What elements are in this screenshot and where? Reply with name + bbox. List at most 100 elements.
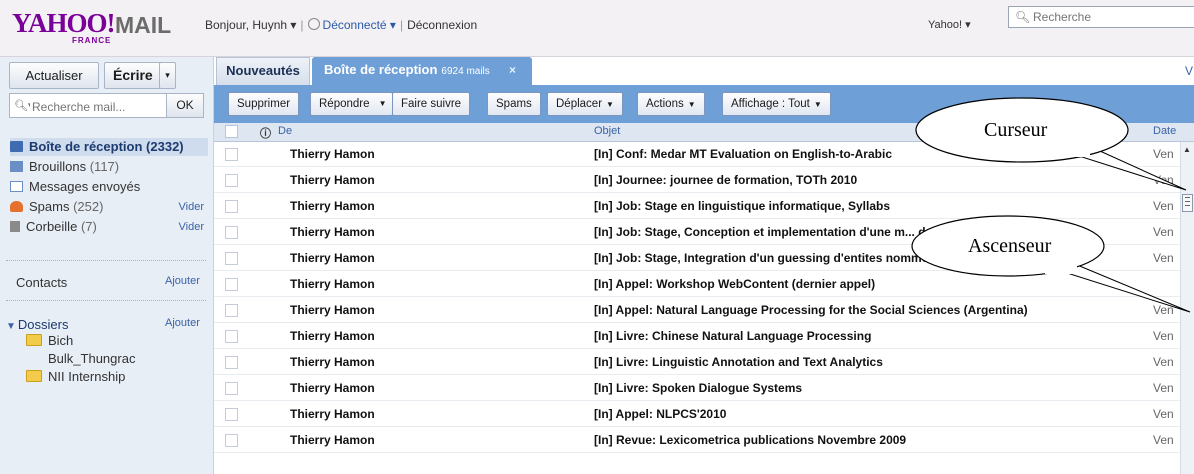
spam-button[interactable]: Spams bbox=[487, 92, 541, 116]
message-subject: [In] Livre: Chinese Natural Language Pro… bbox=[594, 329, 872, 343]
message-subject: [In] Conf: Medar MT Evaluation on Englis… bbox=[594, 147, 892, 161]
folder-count: (7) bbox=[80, 219, 97, 234]
add-folder-link[interactable]: Ajouter bbox=[165, 317, 200, 329]
message-date: Ven bbox=[1153, 147, 1174, 161]
forward-button[interactable]: Faire suivre bbox=[392, 92, 471, 116]
tab-news[interactable]: Nouveautés bbox=[216, 57, 310, 85]
actions-button[interactable]: Actions ▼ bbox=[637, 92, 705, 116]
delete-button[interactable]: Supprimer bbox=[228, 92, 300, 116]
table-row[interactable]: Thierry Hamon [In] Appel: Natural Languag… bbox=[214, 298, 1194, 323]
row-checkbox[interactable] bbox=[225, 304, 238, 317]
folder-label: Brouillons bbox=[29, 159, 87, 174]
sidebar: Actualiser Écrire ▾ 🔍︎▾ OK Boîte de réce… bbox=[0, 57, 214, 474]
table-row[interactable]: Thierry Hamon [In] Conf: Medar MT Evaluat… bbox=[214, 142, 1194, 167]
table-row[interactable]: Thierry Hamon [In] Livre: Chinese Natural… bbox=[214, 324, 1194, 349]
row-checkbox[interactable] bbox=[225, 252, 238, 265]
message-date: Ven bbox=[1153, 225, 1174, 239]
tab-strip: Nouveautés Boîte de réception 6924 mails … bbox=[214, 57, 1194, 85]
table-row[interactable]: Thierry Hamon [In] Livre: Spoken Dialogue… bbox=[214, 376, 1194, 401]
view-filter-button[interactable]: Affichage : Tout ▼ bbox=[722, 92, 831, 116]
reply-button[interactable]: Répondre ▼ bbox=[310, 92, 393, 116]
subfolder-item[interactable]: Bulk_Thungrac bbox=[40, 351, 135, 366]
mail-search-ok-button[interactable]: OK bbox=[166, 94, 203, 117]
folder-label: Corbeille bbox=[26, 219, 78, 234]
actions-label: Actions bbox=[646, 98, 684, 110]
yahoo-mail-logo[interactable]: YAHOO! MAIL FRANCE bbox=[12, 8, 197, 48]
sent-icon bbox=[10, 181, 23, 192]
row-checkbox[interactable] bbox=[225, 148, 238, 161]
inbox-icon bbox=[10, 141, 23, 152]
right-edge-link[interactable]: V bbox=[1185, 64, 1193, 78]
move-button[interactable]: Déplacer ▼ bbox=[547, 92, 623, 116]
scrollbar-thumb[interactable] bbox=[1182, 194, 1193, 212]
column-subject[interactable]: Objet bbox=[594, 125, 620, 137]
folder-trash[interactable]: Corbeille (7) Vider bbox=[10, 218, 208, 236]
subfolder-item[interactable]: Bich bbox=[26, 333, 73, 348]
folder-count: (117) bbox=[89, 159, 120, 174]
message-date: Ven bbox=[1153, 355, 1174, 369]
scrollbar[interactable]: ▲ bbox=[1180, 142, 1194, 474]
subfolder-item[interactable]: NII Internship bbox=[26, 369, 125, 384]
contacts-link[interactable]: Contacts bbox=[16, 275, 67, 290]
message-date: Ven bbox=[1153, 251, 1174, 265]
folders-section-label: Dossiers bbox=[17, 317, 69, 332]
message-date: Ven bbox=[1153, 329, 1174, 343]
web-search-input[interactable] bbox=[1031, 8, 1194, 26]
close-icon[interactable]: × bbox=[509, 57, 516, 83]
refresh-button[interactable]: Actualiser bbox=[9, 62, 99, 89]
row-checkbox[interactable] bbox=[225, 434, 238, 447]
folder-inbox[interactable]: Boîte de réception (2332) bbox=[10, 138, 208, 156]
folder-spam[interactable]: Spams (252) Vider bbox=[10, 198, 208, 216]
row-checkbox[interactable] bbox=[225, 408, 238, 421]
message-sender: Thierry Hamon bbox=[290, 407, 375, 421]
message-toolbar: Supprimer Répondre ▼ Faire suivre Spams … bbox=[214, 85, 1194, 123]
status-menu[interactable]: Déconnecté ▾ bbox=[323, 18, 396, 32]
add-contact-link[interactable]: Ajouter bbox=[165, 275, 200, 287]
message-sender: Thierry Hamon bbox=[290, 329, 375, 343]
message-date: Ven bbox=[1153, 199, 1174, 213]
column-date[interactable]: Date bbox=[1153, 125, 1176, 137]
message-sender: Thierry Hamon bbox=[290, 147, 375, 161]
empty-spam-link[interactable]: Vider bbox=[179, 198, 204, 216]
mail-search: 🔍︎▾ OK bbox=[9, 93, 204, 118]
tab-inbox[interactable]: Boîte de réception 6924 mails × bbox=[312, 57, 532, 85]
table-row[interactable]: Thierry Hamon [In] Job: Stage, Integratio… bbox=[214, 246, 1194, 271]
table-row[interactable]: Thierry Hamon [In] Journee: journee de fo… bbox=[214, 168, 1194, 193]
row-checkbox[interactable] bbox=[225, 226, 238, 239]
select-all-checkbox[interactable] bbox=[225, 125, 238, 138]
subfolder-label: Bich bbox=[48, 333, 74, 348]
table-row[interactable]: Thierry Hamon [In] Appel: NLPCS'2010 Ven bbox=[214, 402, 1194, 427]
reply-dropdown-icon[interactable]: ▼ bbox=[379, 93, 387, 115]
search-icon: 🔍︎ bbox=[1015, 10, 1031, 24]
folder-drafts[interactable]: Brouillons (117) bbox=[10, 158, 208, 176]
row-checkbox[interactable] bbox=[225, 330, 238, 343]
row-checkbox[interactable] bbox=[225, 174, 238, 187]
table-row[interactable]: Thierry Hamon [In] Job: Stage, Conception… bbox=[214, 220, 1194, 245]
logout-link[interactable]: Déconnexion bbox=[407, 18, 477, 32]
folders-section[interactable]: ▼ Dossiers bbox=[6, 317, 68, 332]
row-checkbox[interactable] bbox=[225, 200, 238, 213]
mail-search-input[interactable] bbox=[30, 97, 154, 116]
column-from[interactable]: De bbox=[278, 125, 292, 137]
compose-dropdown-icon[interactable]: ▾ bbox=[159, 62, 176, 89]
row-checkbox[interactable] bbox=[225, 356, 238, 369]
message-sender: Thierry Hamon bbox=[290, 173, 375, 187]
row-checkbox[interactable] bbox=[225, 382, 238, 395]
message-sender: Thierry Hamon bbox=[290, 277, 375, 291]
divider bbox=[6, 300, 206, 301]
message-date: Ven bbox=[1153, 433, 1174, 447]
move-label: Déplacer bbox=[556, 98, 603, 110]
row-checkbox[interactable] bbox=[225, 278, 238, 291]
greeting-menu[interactable]: Bonjour, Huynh ▾ bbox=[205, 18, 296, 32]
empty-trash-link[interactable]: Vider bbox=[179, 218, 204, 236]
table-row[interactable]: Thierry Hamon [In] Livre: Linguistic Anno… bbox=[214, 350, 1194, 375]
folder-sent[interactable]: Messages envoyés bbox=[10, 178, 208, 196]
table-row[interactable]: Thierry Hamon [In] Revue: Lexicometrica p… bbox=[214, 428, 1194, 453]
table-row[interactable]: Thierry Hamon [In] Job: Stage en linguist… bbox=[214, 194, 1194, 219]
message-date: Ven bbox=[1153, 303, 1174, 317]
scroll-up-arrow-icon[interactable]: ▲ bbox=[1183, 145, 1191, 154]
yahoo-menu[interactable]: Yahoo! ▾ bbox=[928, 18, 971, 31]
message-list: ⓘ De Objet Date Thierry Hamon [In] Conf: … bbox=[214, 123, 1194, 474]
message-date: Ven bbox=[1153, 381, 1174, 395]
table-row[interactable]: Thierry Hamon [In] Appel: Workshop WebCon… bbox=[214, 272, 1194, 297]
